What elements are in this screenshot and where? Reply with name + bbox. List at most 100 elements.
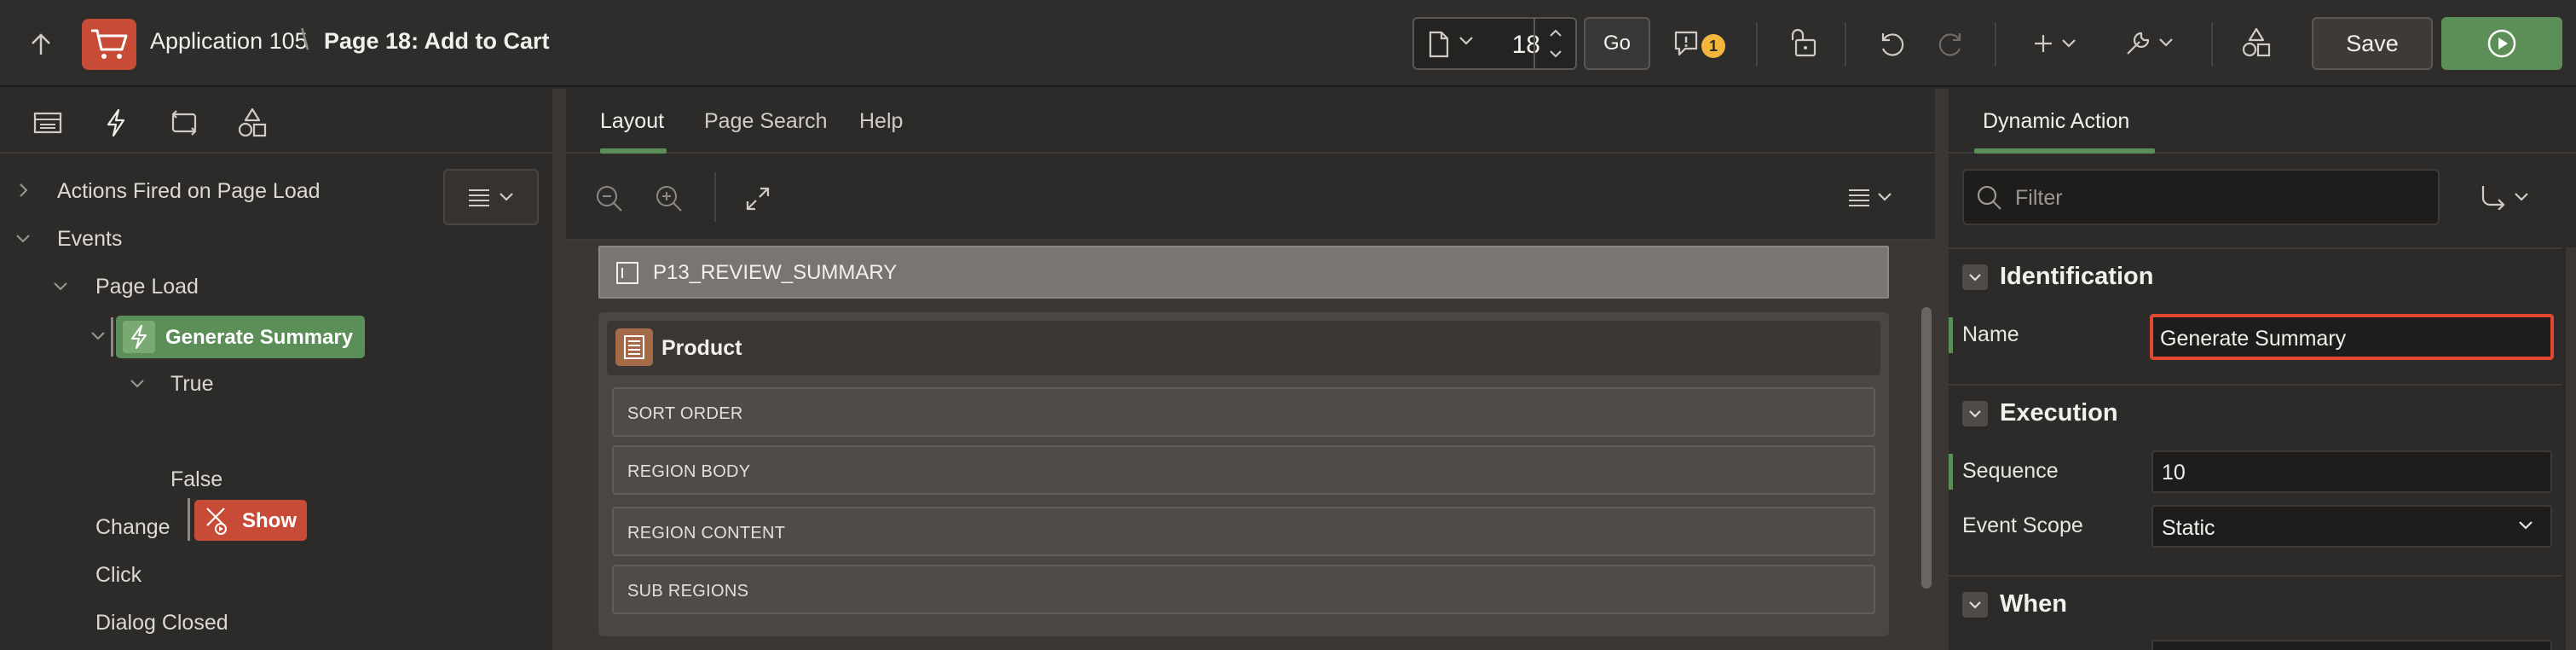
run-page-button[interactable]: [2441, 17, 2562, 70]
sequence-label: Sequence: [1962, 459, 2059, 483]
chevron-right-icon[interactable]: [19, 183, 29, 198]
name-input[interactable]: [2160, 327, 2535, 351]
tree-menu-button[interactable]: [443, 169, 539, 225]
breadcrumb-app[interactable]: Application 105: [150, 28, 308, 55]
section-title: Execution: [2000, 399, 2118, 427]
tree-item-show[interactable]: Show: [194, 500, 307, 541]
go-button[interactable]: Go: [1584, 17, 1650, 70]
tree-item-events[interactable]: Events: [57, 227, 122, 252]
zoom-out-icon[interactable]: [595, 184, 624, 213]
chevron-down-icon[interactable]: [1458, 36, 1474, 46]
tree-item-label: Generate Summary: [165, 326, 354, 349]
lightning-tab-icon[interactable]: [99, 106, 133, 140]
region-form-icon: [615, 328, 653, 366]
selection-guide: [188, 498, 190, 541]
tab-layout[interactable]: Layout: [600, 109, 664, 134]
menu-lines-icon: [469, 189, 489, 206]
up-arrow-icon[interactable]: [26, 29, 56, 60]
chevron-down-icon[interactable]: [15, 234, 31, 244]
top-toolbar: Application 105 \ Page 18: Add to Cart 1…: [0, 0, 2576, 87]
when-field-partial[interactable]: [2151, 640, 2552, 650]
toolbar-divider: [1995, 22, 1996, 67]
undo-icon[interactable]: [1874, 26, 1908, 60]
chevron-down-icon[interactable]: [130, 379, 145, 389]
chevron-down-icon[interactable]: [53, 281, 68, 292]
go-to-group-button[interactable]: [2455, 169, 2554, 225]
lightning-icon: [123, 321, 155, 353]
collapse-toggle[interactable]: [1962, 264, 1988, 290]
unlock-icon[interactable]: [1787, 26, 1821, 60]
chevron-down-icon: [2518, 520, 2533, 531]
active-tab-indicator: [1974, 148, 2155, 154]
filter-field[interactable]: [1962, 169, 2440, 225]
menu-lines-icon: [1849, 189, 1869, 206]
tree-item-page-load[interactable]: Page Load: [95, 275, 199, 299]
left-tree-panel: Actions Fired on Page Load Events Page L…: [0, 89, 552, 650]
plus-icon: [2035, 35, 2052, 52]
name-field[interactable]: [2150, 314, 2554, 360]
left-panel-tabs: [0, 89, 552, 154]
tree-item-false[interactable]: False: [170, 467, 222, 492]
tree-item-true[interactable]: True: [170, 372, 213, 397]
chevron-down-icon: [1969, 274, 1981, 281]
layout-menu-button[interactable]: [1848, 188, 1892, 206]
chevron-down-icon: [500, 193, 513, 201]
property-scrollbar[interactable]: [2566, 247, 2576, 650]
utilities-menu-button[interactable]: [2119, 26, 2179, 60]
show-action-icon: [199, 503, 234, 537]
slot-region-content[interactable]: REGION CONTENT: [612, 507, 1875, 556]
toolbar-divider: [2211, 22, 2213, 67]
redo-icon[interactable]: [1935, 26, 1969, 60]
chevron-down-icon: [1969, 410, 1981, 418]
collapse-toggle[interactable]: [1962, 401, 1988, 427]
section-execution[interactable]: Execution: [1949, 384, 2562, 440]
tree-item-change[interactable]: Change: [95, 515, 170, 540]
tree-item-actions-fired[interactable]: Actions Fired on Page Load: [57, 179, 321, 204]
right-splitter[interactable]: [1935, 89, 1949, 650]
sequence-field[interactable]: [2151, 450, 2552, 493]
toolbar-divider: [1845, 22, 1846, 67]
text-item-icon: [615, 261, 639, 285]
collapse-toggle[interactable]: [1962, 592, 1988, 618]
center-tabs: Layout Page Search Help: [566, 89, 1935, 154]
page-selector[interactable]: 18: [1412, 17, 1577, 70]
section-identification[interactable]: Identification: [1949, 247, 2562, 304]
chevron-down-icon[interactable]: [90, 331, 106, 341]
shared-components-tab-icon[interactable]: [235, 106, 269, 140]
app-cart-logo[interactable]: [82, 19, 136, 70]
section-title: Identification: [2000, 263, 2154, 290]
left-splitter[interactable]: [552, 89, 566, 650]
tab-help[interactable]: Help: [859, 109, 903, 134]
required-indicator: [1949, 317, 1953, 353]
layout-canvas: P13_REVIEW_SUMMARY Product SORT ORDER RE…: [566, 241, 1935, 650]
save-button[interactable]: Save: [2312, 17, 2433, 70]
name-label: Name: [1962, 322, 2019, 346]
filter-input[interactable]: [2015, 183, 2424, 213]
expand-icon[interactable]: [745, 186, 771, 212]
sequence-input[interactable]: [2162, 461, 2537, 485]
shared-components-icon[interactable]: [2238, 24, 2274, 61]
create-menu-button[interactable]: [2027, 27, 2082, 60]
event-scope-select[interactable]: Static: [2151, 505, 2552, 548]
layout-scrollbar[interactable]: [1921, 307, 1932, 589]
issues-icon[interactable]: [1671, 27, 1701, 60]
slot-region-body[interactable]: REGION BODY: [612, 445, 1875, 495]
tab-dynamic-action[interactable]: Dynamic Action: [1983, 109, 2129, 134]
page-stepper[interactable]: [1533, 19, 1576, 68]
section-when[interactable]: When: [1949, 575, 2562, 631]
slot-sort-order[interactable]: SORT ORDER: [612, 387, 1875, 437]
slot-sub-regions[interactable]: SUB REGIONS: [612, 565, 1875, 614]
page-number-input[interactable]: 18: [1489, 31, 1540, 60]
rendering-tab-icon[interactable]: [31, 106, 65, 140]
tree-item-generate-summary[interactable]: Generate Summary: [116, 316, 365, 358]
slot-label: REGION BODY: [627, 462, 751, 481]
page-item-p13-review-summary[interactable]: P13_REVIEW_SUMMARY: [598, 246, 1889, 299]
tab-page-search[interactable]: Page Search: [704, 109, 828, 134]
breadcrumb-separator: \: [301, 24, 309, 56]
tree-item-dialog-closed[interactable]: Dialog Closed: [95, 611, 228, 635]
product-region-header[interactable]: Product: [607, 321, 1880, 375]
zoom-in-icon[interactable]: [655, 184, 684, 213]
product-region[interactable]: Product SORT ORDER REGION BODY REGION CO…: [598, 312, 1889, 636]
tree-item-click[interactable]: Click: [95, 563, 142, 588]
processing-tab-icon[interactable]: [167, 106, 201, 140]
